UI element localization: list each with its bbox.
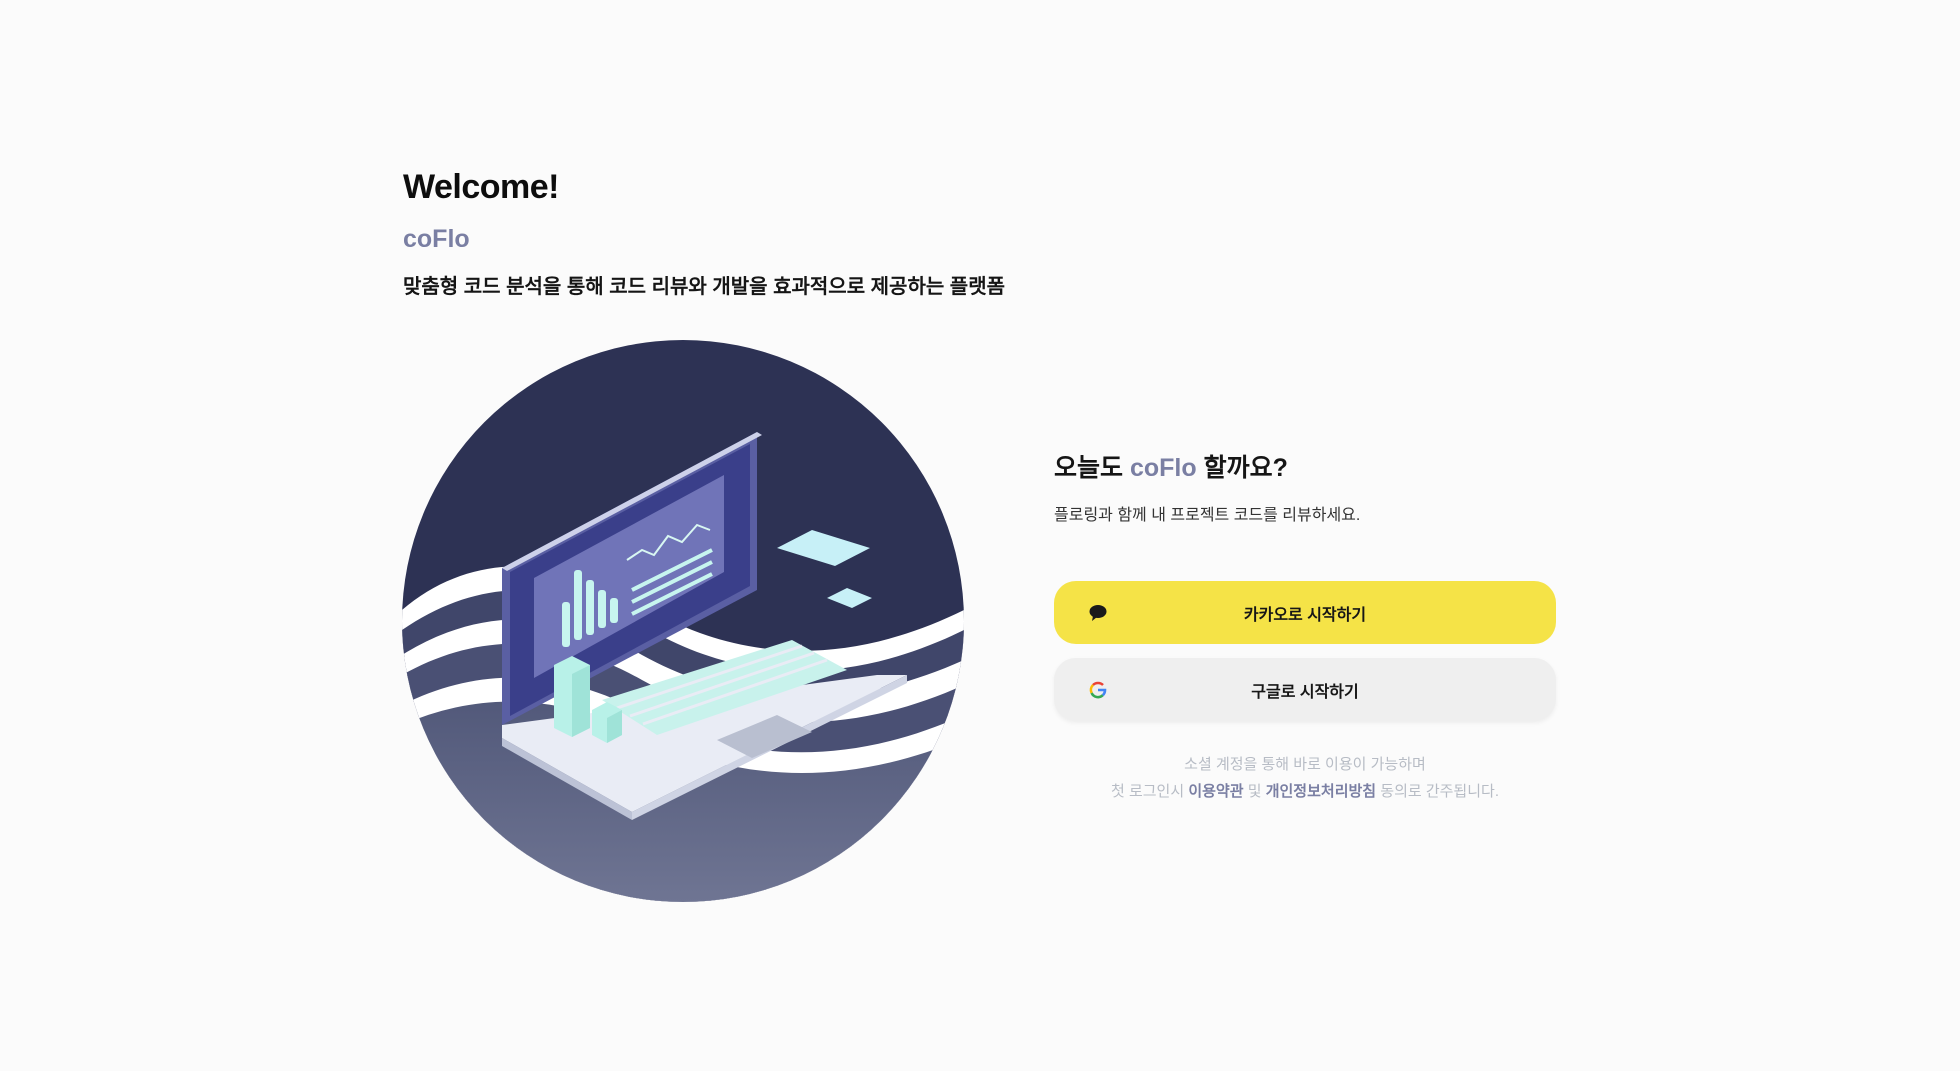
- notice-line-1: 소셜 계정을 통해 바로 이용이 가능하며: [1184, 756, 1426, 773]
- login-title-suffix: 할까요?: [1203, 454, 1288, 482]
- google-g-icon: [1089, 681, 1107, 698]
- login-title: 오늘도 coFlo 할까요?: [1054, 448, 1556, 484]
- login-title-prefix: 오늘도: [1054, 454, 1124, 482]
- notice-line-2: 첫 로그인시 이용약관 및 개인정보처리방침 동의로 간주됩니다.: [1054, 778, 1556, 805]
- speech-bubble-icon: [1089, 604, 1107, 621]
- google-login-button[interactable]: 구글로 시작하기: [1054, 658, 1556, 721]
- hero-section: Welcome! coFlo 맞춤형 코드 분석을 통해 코드 리뷰와 개발을 …: [403, 168, 1005, 299]
- welcome-title: Welcome!: [403, 168, 559, 206]
- service-description: 맞춤형 코드 분석을 통해 코드 리뷰와 개발을 효과적으로 제공하는 플랫폼: [403, 276, 1006, 298]
- login-panel: 오늘도 coFlo 할까요? 플로링과 함께 내 프로젝트 코드를 리뷰하세요.…: [1054, 448, 1556, 805]
- kakao-login-button[interactable]: 카카오로 시작하기: [1054, 581, 1556, 644]
- brand-name: coFlo: [403, 225, 470, 253]
- notice-prefix: 첫 로그인시: [1110, 783, 1185, 800]
- google-login-label: 구글로 시작하기: [1251, 683, 1359, 701]
- notice-suffix: 동의로 간주됩니다.: [1380, 783, 1500, 800]
- terms-notice: 소셜 계정을 통해 바로 이용이 가능하며 첫 로그인시 이용약관 및 개인정보…: [1054, 751, 1556, 805]
- privacy-policy-link[interactable]: 개인정보처리방침: [1266, 783, 1376, 800]
- notice-and: 및: [1247, 783, 1262, 800]
- laptop-dashboard-illustration: [402, 340, 964, 902]
- login-page: Welcome! coFlo 맞춤형 코드 분석을 통해 코드 리뷰와 개발을 …: [0, 0, 1960, 1071]
- laptop-illustration: [402, 340, 964, 902]
- login-title-brand: coFlo: [1129, 454, 1197, 482]
- kakao-login-label: 카카오로 시작하기: [1243, 606, 1367, 624]
- terms-link[interactable]: 이용약관: [1188, 783, 1243, 800]
- login-subtitle: 플로링과 함께 내 프로젝트 코드를 리뷰하세요.: [1054, 507, 1361, 524]
